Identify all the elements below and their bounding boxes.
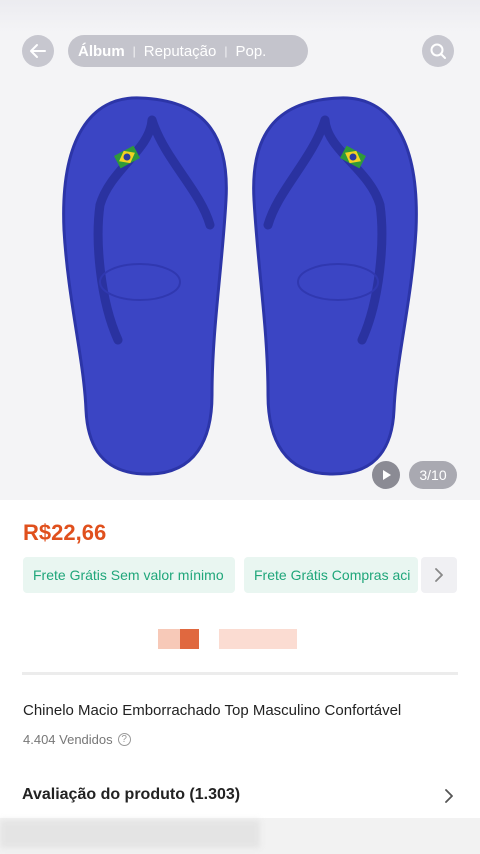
tab-album[interactable]: Álbum — [78, 43, 125, 60]
bottom-blurred-area — [0, 818, 480, 854]
section-divider — [22, 672, 458, 675]
variant-indicator — [158, 629, 180, 649]
image-counter: 3/10 — [409, 461, 457, 489]
variant-indicator-active — [180, 629, 199, 649]
chevron-right-icon[interactable] — [444, 789, 454, 803]
help-icon[interactable]: ? — [117, 733, 131, 746]
back-button[interactable] — [22, 35, 54, 67]
product-reviews-header[interactable]: Avaliação do produto (1.303) — [22, 786, 240, 804]
search-icon — [430, 43, 446, 59]
play-video-button[interactable] — [372, 461, 400, 489]
sold-count: 4.404 Vendidos ? — [23, 732, 131, 747]
variant-indicator — [219, 629, 297, 649]
search-button[interactable] — [422, 35, 454, 67]
status-bar-blur — [0, 0, 480, 34]
tab-reputacao[interactable]: Reputação — [144, 43, 217, 60]
product-title: Chinelo Macio Emborrachado Top Masculino… — [23, 702, 402, 719]
play-icon — [383, 470, 391, 480]
back-arrow-icon — [30, 44, 46, 58]
product-image — [62, 96, 418, 476]
shipping-chip-free-no-minimum[interactable]: Frete Grátis Sem valor mínimo — [23, 557, 235, 593]
tab-pop[interactable]: Pop. — [235, 43, 266, 60]
shipping-chip-free-purchases[interactable]: Frete Grátis Compras aci — [244, 557, 418, 593]
gallery-tabs: Álbum | Reputação | Pop. — [68, 35, 308, 67]
tab-separator: | — [132, 44, 136, 58]
chevron-right-icon — [435, 568, 443, 582]
sold-count-text: 4.404 Vendidos — [23, 732, 113, 747]
shipping-chips-more-button[interactable] — [421, 557, 457, 593]
product-price: R$22,66 — [23, 520, 107, 545]
tab-separator: | — [224, 44, 228, 58]
product-image-gallery[interactable] — [0, 0, 480, 500]
